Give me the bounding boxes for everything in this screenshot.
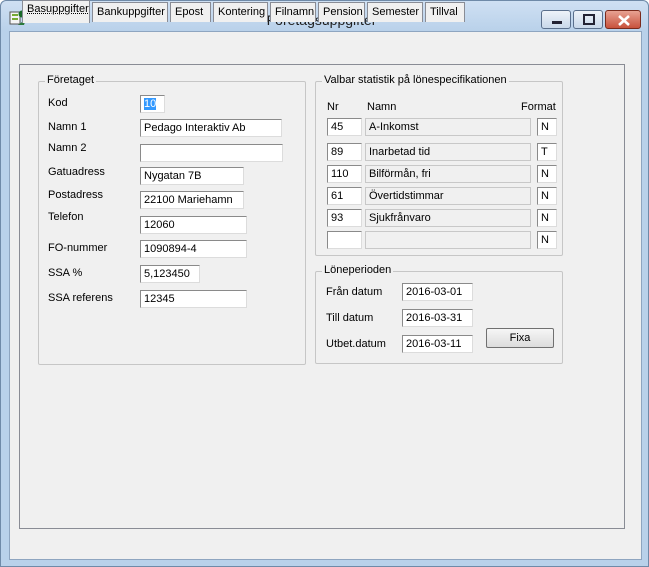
stats-name-field: Inarbetad tid xyxy=(365,143,531,161)
from-date-field[interactable]: 2016-03-01 xyxy=(402,283,473,301)
kod-value: 10 xyxy=(144,98,157,110)
pay-date-field[interactable]: 2016-03-11 xyxy=(402,335,473,353)
to-date-field[interactable]: 2016-03-31 xyxy=(402,309,473,327)
stats-name-field: A-Inkomst xyxy=(365,118,531,136)
tab-label: Kontering xyxy=(218,6,266,18)
maximize-icon xyxy=(583,14,595,25)
tab-kontering[interactable]: Kontering xyxy=(213,2,268,22)
tab-label: Pension xyxy=(323,6,363,18)
namn1-label: Namn 1 xyxy=(48,121,87,133)
gatuadress-field[interactable]: Nygatan 7B xyxy=(140,167,244,185)
to-date-label: Till datum xyxy=(326,312,374,324)
postadress-field[interactable]: 22100 Mariehamn xyxy=(140,191,244,209)
stats-legend: Valbar statistik på lönespecifikationen xyxy=(322,74,509,86)
minimize-button[interactable] xyxy=(541,10,571,29)
tab-label: Basuppgifter xyxy=(27,3,89,15)
tab-tillval[interactable]: Tillval xyxy=(425,2,465,22)
stats-col-name: Namn xyxy=(367,101,397,113)
close-icon xyxy=(618,15,630,26)
namn1-field[interactable]: Pedago Interaktiv Ab xyxy=(140,119,282,137)
stats-name-field xyxy=(365,231,531,249)
stats-format-field[interactable]: T xyxy=(537,143,557,161)
stats-col-format: Format xyxy=(521,101,556,113)
tab-label: Epost xyxy=(175,6,204,18)
tab-epost[interactable]: Epost xyxy=(170,2,211,22)
tab-pension[interactable]: Pension xyxy=(318,2,365,22)
telefon-field[interactable]: 12060 xyxy=(140,216,247,234)
period-legend: Löneperioden xyxy=(322,264,394,276)
company-legend: Företaget xyxy=(45,74,97,86)
stats-nr-field[interactable]: 61 xyxy=(327,187,362,205)
stats-nr-field[interactable] xyxy=(327,231,362,249)
stats-format-field[interactable]: N xyxy=(537,118,557,136)
stats-name-field: Bilförmån, fri xyxy=(365,165,531,183)
stats-nr-field[interactable]: 89 xyxy=(327,143,362,161)
stats-nr-field[interactable]: 45 xyxy=(327,118,362,136)
gatuadress-label: Gatuadress xyxy=(48,166,105,178)
stats-name-field: Sjukfrånvaro xyxy=(365,209,531,227)
kod-label: Kod xyxy=(48,97,68,109)
ssa-percent-label: SSA % xyxy=(48,267,83,279)
pay-date-label: Utbet.datum xyxy=(326,338,386,350)
ssa-percent-field[interactable]: 5,123450 xyxy=(140,265,200,283)
fixa-button[interactable]: Fixa xyxy=(486,328,554,348)
stats-col-nr: Nr xyxy=(327,101,339,113)
stats-format-field[interactable]: N xyxy=(537,209,557,227)
kod-field[interactable]: 10 xyxy=(140,95,165,113)
fo-nummer-field[interactable]: 1090894-4 xyxy=(140,240,247,258)
namn2-label: Namn 2 xyxy=(48,142,87,154)
stats-nr-field[interactable]: 93 xyxy=(327,209,362,227)
close-button[interactable] xyxy=(605,10,641,29)
maximize-button[interactable] xyxy=(573,10,603,29)
telefon-label: Telefon xyxy=(48,211,84,223)
ssa-referens-label: SSA referens xyxy=(48,292,113,304)
tab-basuppgifter[interactable]: Basuppgifter xyxy=(22,0,90,23)
tab-label: Bankuppgifter xyxy=(97,6,165,18)
tab-label: Tillval xyxy=(430,6,458,18)
namn2-field[interactable] xyxy=(140,144,283,162)
from-date-label: Från datum xyxy=(326,286,383,298)
stats-name-field: Övertidstimmar xyxy=(365,187,531,205)
tab-semester[interactable]: Semester xyxy=(367,2,423,22)
stats-format-field[interactable]: N xyxy=(537,187,557,205)
tab-bankuppgifter[interactable]: Bankuppgifter xyxy=(92,2,168,22)
minimize-icon xyxy=(552,21,562,24)
tab-label: Filnamn xyxy=(275,6,315,18)
fo-nummer-label: FO-nummer xyxy=(48,242,108,254)
tab-filnamn[interactable]: Filnamn xyxy=(270,2,316,22)
stats-format-field[interactable]: N xyxy=(537,231,557,249)
postadress-label: Postadress xyxy=(48,189,104,201)
ssa-referens-field[interactable]: 12345 xyxy=(140,290,247,308)
tab-label: Semester xyxy=(372,6,420,18)
stats-format-field[interactable]: N xyxy=(537,165,557,183)
stats-nr-field[interactable]: 110 xyxy=(327,165,362,183)
